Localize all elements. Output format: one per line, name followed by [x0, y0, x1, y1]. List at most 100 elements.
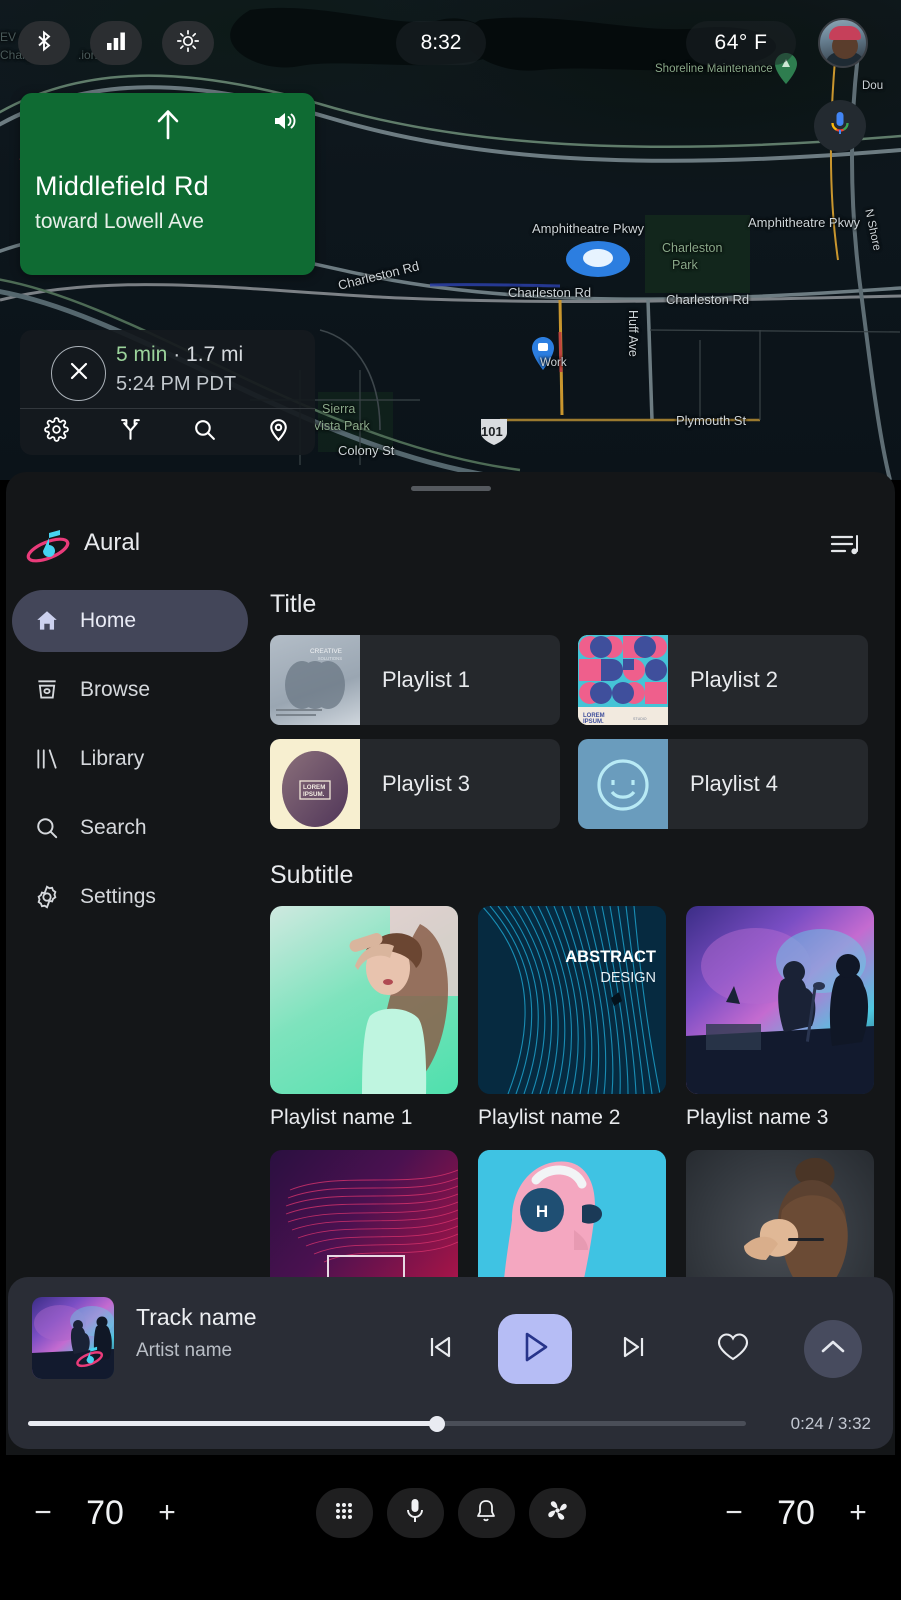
sidebar-item-search[interactable]: Search	[12, 797, 248, 859]
playlist-artwork	[578, 739, 668, 829]
skip-next-button[interactable]	[612, 1327, 656, 1371]
signal-bars-icon	[105, 31, 127, 56]
avatar-hair	[829, 26, 861, 40]
progress-slider[interactable]	[28, 1416, 746, 1432]
map-label-amphitheatre-2: Amphitheatre Pkwy	[748, 215, 860, 230]
svg-text:ABSTRACT: ABSTRACT	[565, 948, 656, 966]
expand-player-button[interactable]	[804, 1320, 862, 1378]
playback-time: 0:24 / 3:32	[790, 1414, 871, 1433]
gear-icon	[34, 884, 64, 910]
section-title: Title	[270, 590, 317, 618]
clock: 8:32	[396, 21, 486, 65]
microphone-button[interactable]	[386, 1488, 444, 1538]
sidebar-item-library[interactable]: Library	[12, 728, 248, 790]
playlist-card[interactable]: CREATIVE SOLUTIONS Playlist 1	[270, 635, 560, 725]
bell-notification-icon	[475, 1499, 497, 1528]
playlist-artwork	[270, 906, 458, 1094]
volume-decrease-left-button[interactable]: −	[18, 1488, 68, 1538]
svg-text:STUDIO: STUDIO	[633, 717, 647, 721]
heart-outline-icon	[717, 1332, 749, 1367]
nav-search-button[interactable]	[168, 409, 242, 455]
favorite-button[interactable]	[711, 1327, 755, 1371]
panel-drag-handle[interactable]	[410, 486, 491, 491]
chevron-up-icon	[819, 1337, 847, 1362]
progress-fill	[28, 1421, 438, 1426]
now-playing-artist: Artist name	[136, 1340, 233, 1361]
signal-button[interactable]	[90, 21, 142, 65]
map-label-colony: Colony St	[338, 443, 395, 458]
settings-icon	[44, 417, 70, 447]
bluetooth-button[interactable]	[18, 21, 70, 65]
route-alternatives-icon	[118, 417, 143, 447]
map-label-amphitheatre-1: Amphitheatre Pkwy	[532, 221, 644, 236]
playlist-tile-label: Playlist name 3	[686, 1106, 829, 1129]
climate-button[interactable]	[528, 1488, 586, 1538]
nav-alternate-routes-button[interactable]	[94, 409, 168, 455]
section-subtitle: Subtitle	[270, 861, 354, 889]
svg-text:H: H	[536, 1202, 548, 1221]
playlist-card[interactable]: LOREM IPSUM. STUDIO Playlist 2	[578, 635, 868, 725]
app-header: Aural	[6, 512, 895, 574]
playlist-artwork: ABSTRACT DESIGN	[478, 906, 666, 1094]
play-icon	[519, 1330, 551, 1369]
place-pin-icon	[266, 417, 291, 447]
playlist-card[interactable]: Playlist 4	[578, 739, 868, 829]
passenger-volume-control: − 70 +	[709, 1488, 883, 1538]
map-label-sierra: Sierra	[322, 402, 356, 416]
system-buttons	[315, 1488, 586, 1538]
apps-grid-button[interactable]	[315, 1488, 373, 1538]
brightness-button[interactable]	[162, 21, 214, 65]
playlist-tile[interactable]: Playlist name 3	[686, 906, 874, 1130]
volume-decrease-right-button[interactable]: −	[709, 1488, 759, 1538]
fan-climate-icon	[545, 1498, 570, 1528]
svg-text:CREATIVE: CREATIVE	[310, 648, 343, 655]
playlist-card[interactable]: LOREM IPSUM. Playlist 3	[270, 739, 560, 829]
status-bar: 8:32 64° F	[0, 0, 901, 86]
apps-grid-icon	[332, 1499, 356, 1528]
bluetooth-icon	[32, 29, 56, 58]
nav-action-row	[20, 409, 315, 455]
sidebar-item-home[interactable]: Home	[12, 590, 248, 652]
playlist-artwork	[686, 906, 874, 1094]
playlist-tile[interactable]: Playlist name 1	[270, 906, 458, 1130]
nav-settings-button[interactable]	[20, 409, 94, 455]
nav-place-button[interactable]	[241, 409, 315, 455]
sidebar-item-settings[interactable]: Settings	[12, 866, 248, 928]
svg-text:IPSUM.: IPSUM.	[303, 791, 325, 798]
assistant-mic-button[interactable]	[814, 100, 866, 152]
volume-on-icon[interactable]	[273, 109, 299, 138]
driver-volume-control: − 70 +	[18, 1488, 192, 1538]
progress-row: 0:24 / 3:32	[8, 1409, 893, 1439]
library-icon	[34, 746, 64, 772]
now-playing-artwork[interactable]	[32, 1297, 114, 1379]
playlist-tile-label: Playlist name 1	[270, 1106, 413, 1129]
playlist-tile-label: Playlist name 2	[478, 1106, 621, 1129]
navigation-maneuver-card[interactable]: Middlefield Rd toward Lowell Ave	[20, 93, 315, 275]
close-navigation-button[interactable]	[51, 346, 106, 401]
sidebar-item-label: Library	[80, 747, 145, 770]
map-label-101: 101	[481, 424, 503, 439]
volume-increase-left-button[interactable]: +	[142, 1488, 192, 1538]
microphone-icon	[404, 1498, 426, 1529]
browse-icon	[34, 677, 64, 703]
notifications-button[interactable]	[457, 1488, 515, 1538]
playlist-card-label: Playlist 1	[382, 667, 471, 692]
system-bottom-bar: − 70 + − 70 +	[0, 1455, 901, 1600]
search-icon	[34, 815, 64, 841]
sidebar-item-label: Settings	[80, 885, 156, 908]
avatar[interactable]	[818, 18, 868, 68]
straight-arrow-icon	[153, 107, 183, 146]
playlist-tile[interactable]: ABSTRACT DESIGN Playlist name 2	[478, 906, 666, 1130]
close-x-icon	[68, 360, 90, 387]
sidebar-item-browse[interactable]: Browse	[12, 659, 248, 721]
skip-previous-button[interactable]	[418, 1327, 462, 1371]
map-label-charleston-park2: Park	[672, 258, 698, 272]
playlist-artwork: LOREM IPSUM.	[270, 739, 360, 829]
progress-knob[interactable]	[429, 1416, 446, 1432]
play-button[interactable]	[498, 1314, 572, 1384]
android-auto-screen: EV C Charg. .ion Shoreline Maintenance D…	[0, 0, 901, 1600]
brightness-icon	[176, 29, 200, 58]
map-label-vista-park: Vista Park	[313, 419, 370, 433]
volume-increase-right-button[interactable]: +	[833, 1488, 883, 1538]
queue-list-icon[interactable]	[827, 528, 863, 562]
